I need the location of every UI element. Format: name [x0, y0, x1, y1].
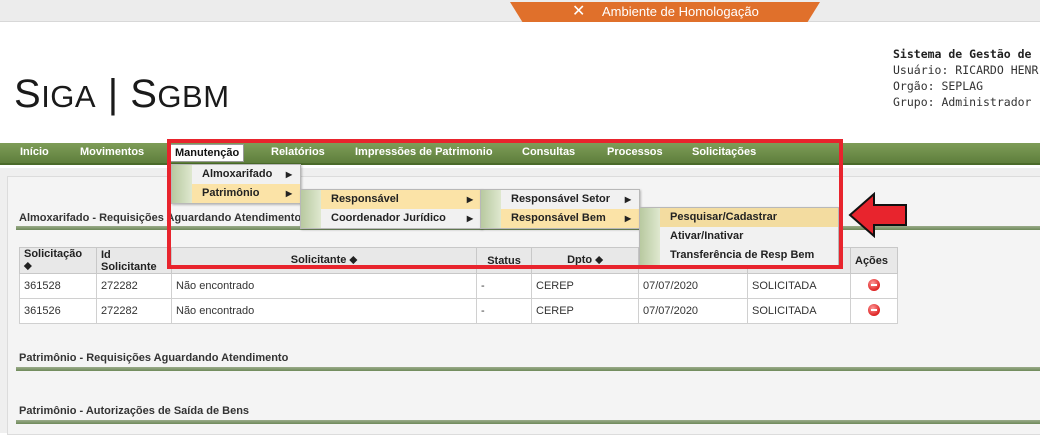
remove-icon[interactable] [868, 303, 880, 316]
cell-dpto: CEREP [531, 298, 639, 324]
cell-date: 07/07/2020 [638, 298, 748, 324]
section-patrimonio-aut-title: Patrimônio - Autorizações de Saída de Be… [19, 405, 250, 417]
environment-label: Ambiente de Homologação [602, 4, 759, 19]
logo-sgbm: SGBM [130, 72, 230, 116]
cell-acoes [850, 298, 898, 324]
cell-id: 272282 [96, 298, 172, 324]
cell-solicitante: Não encontrado [171, 273, 477, 299]
cell-solicitacao: 361526 [19, 298, 97, 324]
logo-siga: SIGA [14, 72, 97, 116]
annotation-highlight-box [167, 139, 843, 269]
cell-dpto: CEREP [531, 273, 639, 299]
environment-banner: ✕ Ambiente de Homologação [510, 2, 820, 22]
top-bar: ✕ Ambiente de Homologação [0, 0, 1040, 22]
table-row: 361526 272282 Não encontrado - CEREP 07/… [19, 298, 898, 324]
table-row: 361528 272282 Não encontrado - CEREP 07/… [19, 273, 898, 299]
logo-separator: | [107, 72, 119, 116]
system-title: Sistema de Gestão de [893, 47, 1032, 61]
cell-id: 272282 [96, 273, 172, 299]
cell-solicitacao: 361528 [19, 273, 97, 299]
section-patrimonio-req-title: Patrimônio - Requisições Aguardando Aten… [19, 352, 289, 364]
cell-solicitante: Não encontrado [171, 298, 477, 324]
tools-icon: ✕ [572, 3, 586, 20]
system-info: Sistema de Gestão de Usuário: RICARDO HE… [893, 46, 1040, 110]
cell-status: - [476, 298, 532, 324]
cell-situacao: SOLICITADA [747, 298, 851, 324]
annotation-arrow-icon [848, 192, 907, 238]
nav-inicio[interactable]: Início [20, 146, 49, 158]
remove-icon[interactable] [868, 278, 880, 291]
section-rule [16, 367, 1040, 371]
col-solicitacao[interactable]: Solicitação ⬥ [19, 247, 97, 274]
logo: SIGA | SGBM [14, 72, 230, 117]
col-acoes: Ações [850, 247, 898, 274]
org-info: Orgão: SEPLAG [893, 79, 984, 93]
cell-acoes [850, 273, 898, 299]
cell-status: - [476, 273, 532, 299]
cell-situacao: SOLICITADA [747, 273, 851, 299]
section-rule [16, 420, 1040, 424]
cell-date: 07/07/2020 [638, 273, 748, 299]
nav-movimentos[interactable]: Movimentos [80, 146, 144, 158]
group-info: Grupo: Administrador [893, 95, 1032, 109]
user-info: Usuário: RICARDO HENR [893, 63, 1039, 77]
col-id-solicitante: Id Solicitante [96, 247, 172, 274]
